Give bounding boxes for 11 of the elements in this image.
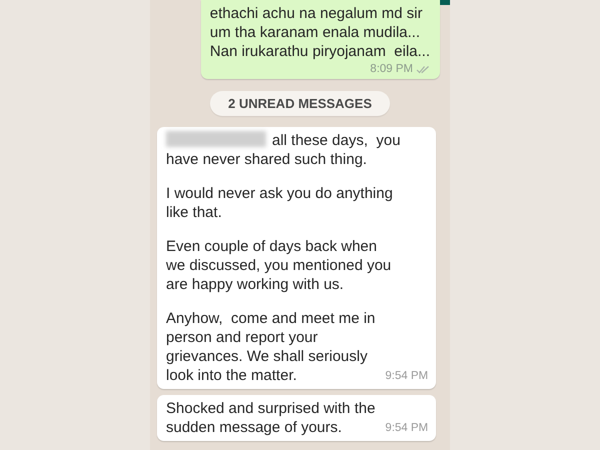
message-time: 9:54 PM [385, 370, 428, 382]
message-text: ethachi achu na negalum md sir um tha karanam enala mudila... Nan irukarathu piryojanam eila... [210, 4, 430, 61]
unread-messages-label: 2 UNREAD MESSAGES [210, 91, 390, 116]
message-text: Even couple of days back when we discussed, you mentioned you are happy working with us. [166, 237, 392, 294]
message-text: I would never ask you do anything like that. [166, 184, 394, 222]
message-text: Shocked and surprised with the sudden message of yours. [166, 399, 376, 437]
message-time: 8:09 PM [370, 63, 413, 75]
message-text: Anyhow, come and meet me in person and report your grievances. We shall seriously look into the matter. [166, 309, 376, 385]
double-check-icon [416, 64, 430, 74]
message-time: 9:54 PM [385, 422, 428, 434]
message-text: all these days, you have never shared such thing. [166, 131, 402, 169]
